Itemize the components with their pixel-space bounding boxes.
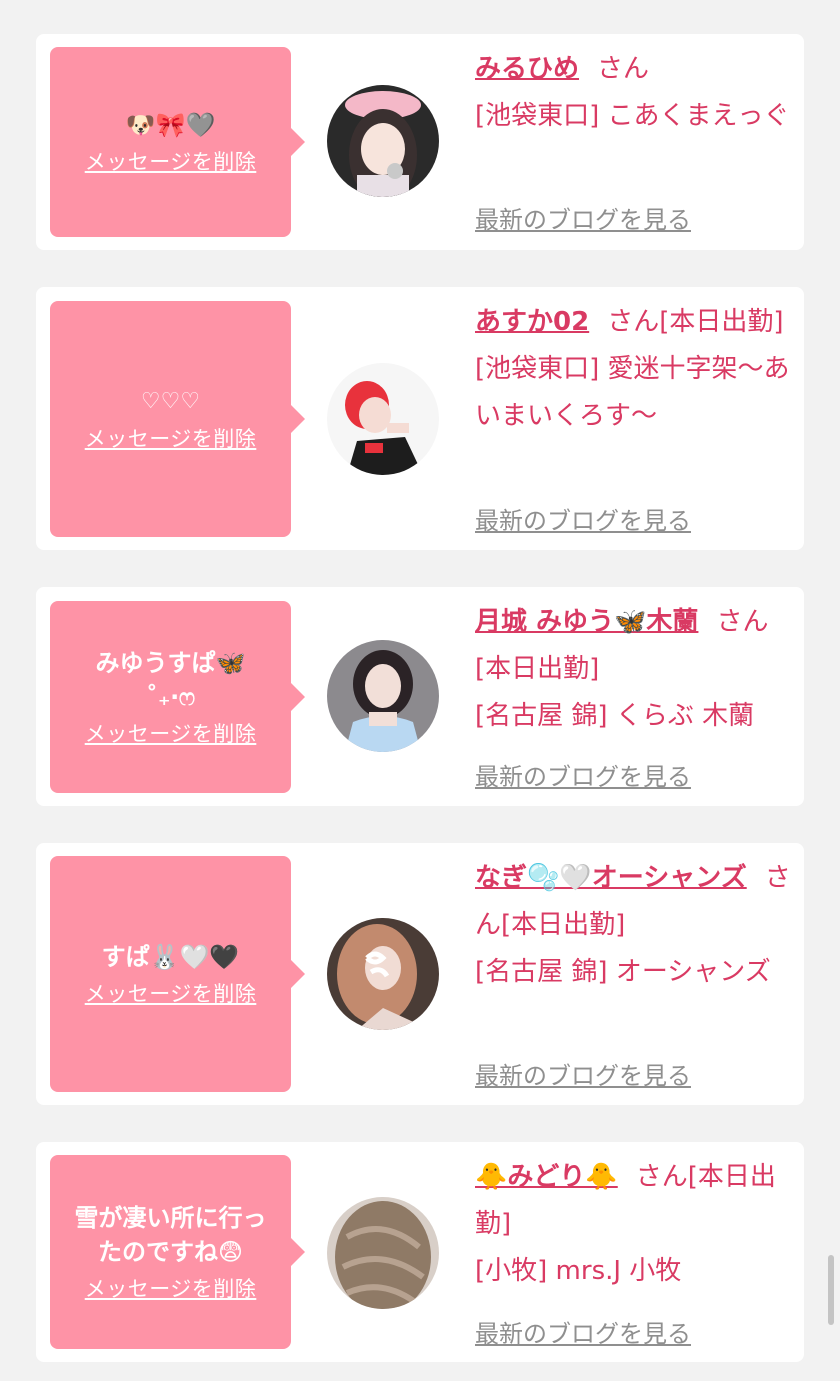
cast-info: みるひめ さん [池袋東口] こあくまえっぐ	[475, 46, 795, 140]
cast-honorific: さん[本日出勤]	[607, 307, 784, 337]
message-card: ♡♡♡ メッセージを削除 あすか02 さん[本日出勤] [池袋東口] 愛迷十字架〜…	[36, 287, 804, 550]
delete-message-link[interactable]: メッセージを削除	[85, 718, 257, 748]
delete-message-link[interactable]: メッセージを削除	[85, 146, 257, 176]
message-list: 🐶🎀🩶 メッセージを削除 みるひめ さん [池袋東口] こあくまえっぐ 最新のブロ…	[0, 0, 840, 1381]
shop-line: [池袋東口] こあくまえっぐ	[475, 101, 790, 131]
message-text: ♡♡♡	[140, 389, 201, 414]
message-card: 🐶🎀🩶 メッセージを削除 みるひめ さん [池袋東口] こあくまえっぐ 最新のブロ…	[36, 34, 804, 250]
shop-line: [池袋東口] 愛迷十字架〜あいまいくろす〜	[475, 354, 790, 431]
cast-name-link[interactable]: 🐥みどり🐥	[475, 1162, 618, 1192]
message-bubble: みゆうすぱ🦋 ˚₊‧ෆ メッセージを削除	[50, 601, 305, 793]
cast-info: 🐥みどり🐥 さん[本日出勤] [小牧] mrs.J 小牧	[475, 1154, 795, 1295]
message-bubble: 雪が凄い所に行ったのですね😨 メッセージを削除	[50, 1155, 305, 1349]
message-text: 雪が凄い所に行ったのですね😨	[74, 1204, 267, 1266]
message-text: 🐶🎀🩶	[125, 111, 216, 139]
avatar[interactable]	[327, 640, 439, 752]
message-text: すぱ🐰🤍🖤	[101, 943, 240, 971]
shop-line: [名古屋 錦] オーシャンズ	[475, 957, 771, 987]
message-card: みゆうすぱ🦋 ˚₊‧ෆ メッセージを削除 月城 みゆう🦋木蘭 さん[本日出勤] […	[36, 587, 804, 806]
cast-honorific: さん	[597, 54, 650, 84]
latest-blog-link[interactable]: 最新のブログを見る	[475, 1314, 691, 1349]
message-bubble: ♡♡♡ メッセージを削除	[50, 301, 305, 537]
avatar[interactable]	[327, 363, 439, 475]
avatar[interactable]	[327, 1197, 439, 1309]
latest-blog-link[interactable]: 最新のブログを見る	[475, 200, 691, 235]
cast-name-link[interactable]: あすか02	[475, 307, 589, 337]
message-card: すぱ🐰🤍🖤 メッセージを削除 なぎ🫧🤍オーシャンズ さん[本日出勤] [名古屋 錦…	[36, 843, 804, 1105]
cast-info: あすか02 さん[本日出勤] [池袋東口] 愛迷十字架〜あいまいくろす〜	[475, 299, 795, 440]
cast-info: なぎ🫧🤍オーシャンズ さん[本日出勤] [名古屋 錦] オーシャンズ	[475, 855, 795, 996]
scrollbar[interactable]	[828, 1255, 834, 1325]
latest-blog-link[interactable]: 最新のブログを見る	[475, 1056, 691, 1091]
message-bubble: 🐶🎀🩶 メッセージを削除	[50, 47, 305, 237]
cast-name-link[interactable]: みるひめ	[475, 54, 579, 84]
latest-blog-link[interactable]: 最新のブログを見る	[475, 757, 691, 792]
latest-blog-link[interactable]: 最新のブログを見る	[475, 501, 691, 536]
shop-line: [小牧] mrs.J 小牧	[475, 1256, 682, 1286]
message-bubble: すぱ🐰🤍🖤 メッセージを削除	[50, 856, 305, 1092]
cast-name-link[interactable]: なぎ🫧🤍オーシャンズ	[475, 863, 747, 893]
message-card: 雪が凄い所に行ったのですね😨 メッセージを削除 🐥みどり🐥 さん[本日出勤] [小…	[36, 1142, 804, 1362]
message-text: みゆうすぱ🦋 ˚₊‧ෆ	[95, 649, 246, 711]
avatar[interactable]	[327, 918, 439, 1030]
avatar[interactable]	[327, 85, 439, 197]
shop-line: [名古屋 錦] くらぶ 木蘭	[475, 701, 755, 731]
cast-info: 月城 みゆう🦋木蘭 さん[本日出勤] [名古屋 錦] くらぶ 木蘭	[475, 599, 795, 740]
cast-name-link[interactable]: 月城 みゆう🦋木蘭	[475, 607, 698, 637]
delete-message-link[interactable]: メッセージを削除	[85, 1273, 257, 1303]
delete-message-link[interactable]: メッセージを削除	[85, 978, 257, 1008]
delete-message-link[interactable]: メッセージを削除	[85, 423, 257, 453]
